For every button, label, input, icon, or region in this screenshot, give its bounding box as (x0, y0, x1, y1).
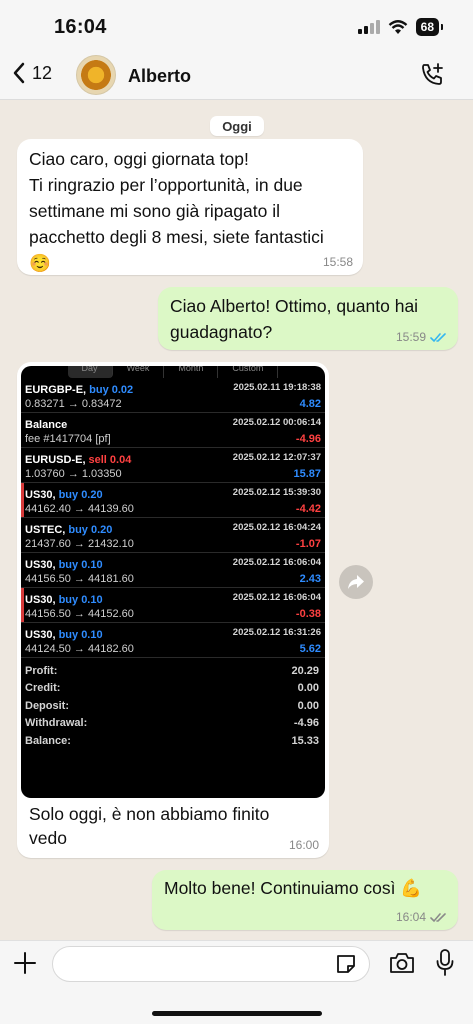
trade-summary: Profit: 20.29 Credit: 0.00 Deposit: 0.00 Withd… (21, 658, 325, 750)
summary-row: Profit: 20.29 (25, 662, 319, 680)
plus-icon (14, 952, 36, 974)
tab-month: Month (164, 366, 219, 378)
home-indicator (152, 1011, 322, 1016)
message-time: 15:59 (396, 330, 448, 344)
image-caption: Solo oggi, è non abbiamo finito vedo (21, 798, 325, 850)
add-call-button[interactable] (419, 62, 445, 93)
incoming-image-message[interactable]: Day Week Month Custom EURGBP-E, buy 0.02 2… (17, 362, 329, 858)
trade-prices: 44124.50 → 44182.60 (25, 643, 134, 655)
back-chevron-icon (13, 62, 25, 84)
back-button[interactable]: 12 (12, 62, 52, 84)
status-bar: 16:04 68 (0, 0, 473, 54)
composer-bar (0, 940, 473, 1024)
camera-icon (390, 953, 414, 973)
caption-line: Solo oggi, è non abbiamo finito (29, 804, 270, 824)
summary-label: Balance: (25, 734, 71, 747)
sticker-button[interactable] (335, 953, 357, 980)
outgoing-message[interactable]: Ciao Alberto! Ottimo, quanto hai guadagn… (158, 287, 458, 350)
attach-button[interactable] (13, 951, 37, 980)
forward-button[interactable] (339, 565, 373, 599)
forward-icon (348, 575, 364, 589)
battery-indicator: 68 (415, 18, 444, 36)
chat-header: 12 Alberto (0, 54, 473, 100)
message-line: Molto bene! Continuiamo così 💪 (164, 878, 423, 898)
contact-avatar[interactable] (76, 55, 116, 95)
status-icons: 68 (357, 18, 444, 36)
message-time: 15:58 (322, 255, 353, 269)
mic-icon (436, 949, 454, 976)
message-line: Ti ringrazio per l’opportunità, in due (29, 175, 303, 195)
message-line: Ciao Alberto! Ottimo, quanto hai (170, 296, 419, 316)
incoming-message[interactable]: Ciao caro, oggi giornata top! Ti ringraz… (17, 139, 363, 275)
trade-list: EURGBP-E, buy 0.02 2025.02.11 19:18:38 0.83… (21, 378, 325, 658)
wifi-icon (388, 19, 407, 34)
camera-button[interactable] (389, 952, 415, 979)
message-input[interactable] (52, 946, 370, 982)
message-emoji: ☺️ (29, 253, 51, 273)
double-check-icon (430, 912, 446, 922)
summary-row: Credit: 0.00 (25, 680, 319, 698)
add-call-icon (422, 63, 443, 85)
message-time: 16:00 (288, 838, 319, 852)
message-line: pacchetto degli 8 mesi, siete fantastici (29, 227, 324, 247)
summary-row: Balance: 15.33 (25, 732, 319, 750)
caption-line: vedo (29, 828, 67, 848)
status-time: 16:04 (54, 16, 107, 38)
double-check-icon (430, 332, 446, 342)
message-line: settimane mi sono già ripagato il (29, 201, 280, 221)
trade-history-screenshot[interactable]: Day Week Month Custom EURGBP-E, buy 0.02 2… (21, 366, 325, 798)
trade-row: US30, buy 0.10 2025.02.12 16:31:26 44124.50… (21, 623, 325, 658)
outgoing-message[interactable]: Molto bene! Continuiamo così 💪 16:04 (152, 870, 458, 930)
date-separator: Oggi (210, 116, 264, 136)
summary-value: 15.33 (291, 734, 319, 747)
trade-pnl: 5.62 (299, 643, 321, 655)
message-time: 16:04 (396, 910, 448, 924)
message-line: Ciao caro, oggi giornata top! (29, 149, 249, 169)
cellular-signal-icon (357, 20, 380, 34)
unread-count: 12 (32, 62, 53, 83)
contact-name[interactable]: Alberto (128, 66, 191, 87)
sticker-icon (337, 955, 355, 973)
voice-message-button[interactable] (436, 949, 454, 982)
